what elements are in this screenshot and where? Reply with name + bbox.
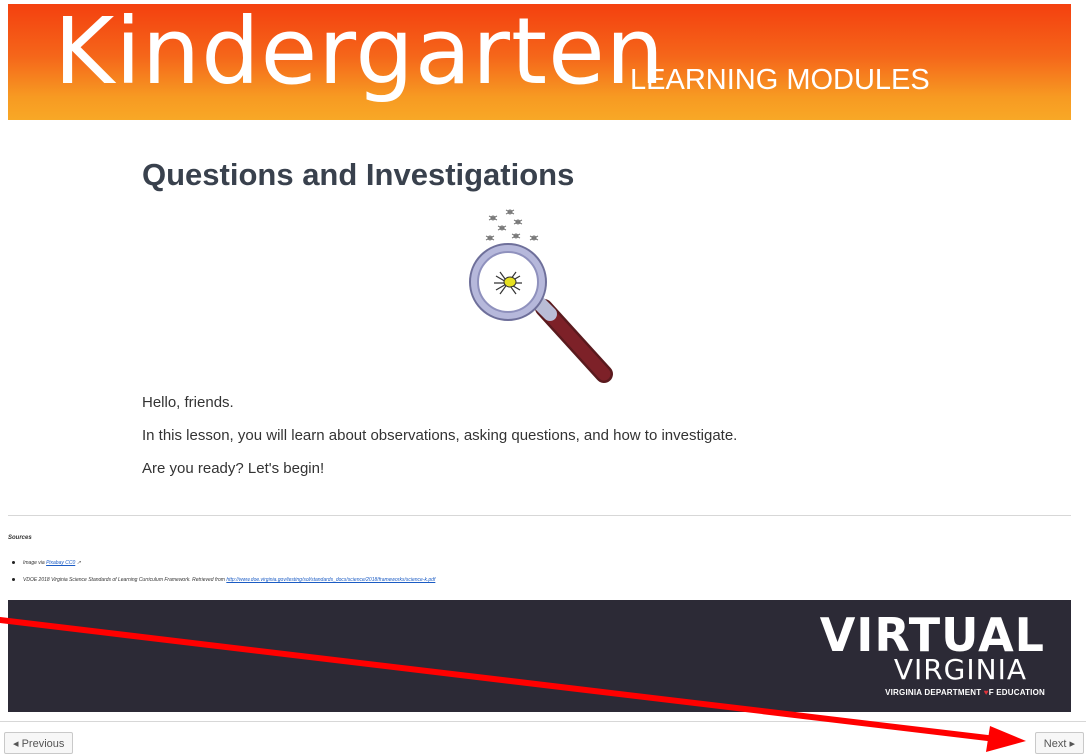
page-title: Questions and Investigations xyxy=(142,157,575,192)
virtual-virginia-logo-line2: VIRGINIA xyxy=(893,653,1027,686)
virtual-virginia-logo-line1: VIRTUAL xyxy=(819,608,1045,662)
external-link-icon: ↗ xyxy=(76,560,81,566)
paragraph-lesson-intro: In this lesson, you will learn about obs… xyxy=(142,427,738,444)
next-button[interactable]: Next ▸ xyxy=(1034,732,1084,754)
paragraph-greeting: Hello, friends. xyxy=(142,394,234,411)
nav-divider xyxy=(0,721,1086,722)
bullet-icon xyxy=(12,561,15,565)
banner-subtitle: LEARNING MODULES xyxy=(630,64,930,96)
divider xyxy=(8,515,1071,516)
source-item-image: Image via Pixabay CC0 ↗ xyxy=(12,560,81,566)
vdoe-text-part1: VIRGINIA DEPARTMENT xyxy=(885,688,984,697)
banner-title: Kindergarten xyxy=(54,4,665,105)
header-banner: Kindergarten LEARNING MODULES xyxy=(8,4,1071,120)
magnifying-glass-spider-icon xyxy=(469,209,613,383)
sources-heading: Sources xyxy=(8,535,32,541)
vdoe-logo-text: VIRGINIA DEPARTMENT ♥F EDUCATION xyxy=(885,688,1045,697)
vdoe-text-part2: F EDUCATION xyxy=(988,688,1045,697)
source-item-text: Image via xyxy=(23,560,47,566)
footer-banner: VIRTUAL VIRGINIA VIRGINIA DEPARTMENT ♥F … xyxy=(8,600,1071,712)
paragraph-ready: Are you ready? Let's begin! xyxy=(142,460,325,477)
source-link-pixabay[interactable]: Pixabay CC0 xyxy=(46,560,75,566)
source-item-text: VDOE 2018 Virginia Science Standards of … xyxy=(23,577,227,583)
source-item-vdoe: VDOE 2018 Virginia Science Standards of … xyxy=(12,577,435,583)
previous-button[interactable]: ◂ Previous xyxy=(4,732,74,754)
source-link-vdoe[interactable]: http://www.doe.virginia.gov/testing/sol/… xyxy=(226,577,435,583)
bullet-icon xyxy=(12,578,15,582)
